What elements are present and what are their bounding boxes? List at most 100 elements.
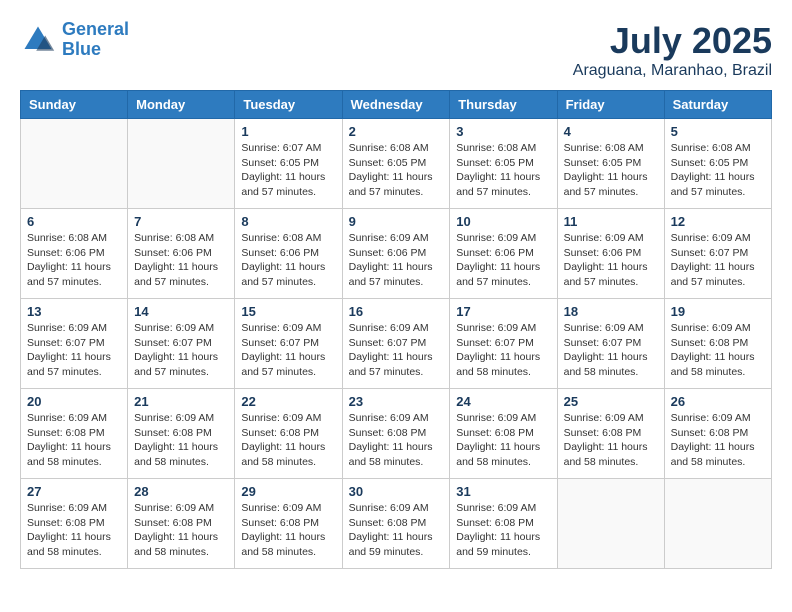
calendar-cell: 28 Sunrise: 6:09 AMSunset: 6:08 PMDayligh… (128, 479, 235, 569)
day-number: 28 (134, 484, 228, 499)
col-header-wednesday: Wednesday (342, 91, 450, 119)
day-number: 21 (134, 394, 228, 409)
logo-line1: General (62, 19, 129, 39)
calendar-cell: 11 Sunrise: 6:09 AMSunset: 6:06 PMDayligh… (557, 209, 664, 299)
calendar-cell: 16 Sunrise: 6:09 AMSunset: 6:07 PMDayligh… (342, 299, 450, 389)
day-info: Sunrise: 6:09 AMSunset: 6:08 PMDaylight:… (456, 501, 550, 560)
day-info: Sunrise: 6:09 AMSunset: 6:06 PMDaylight:… (564, 231, 658, 290)
day-number: 12 (671, 214, 765, 229)
day-info: Sunrise: 6:09 AMSunset: 6:08 PMDaylight:… (134, 501, 228, 560)
day-info: Sunrise: 6:09 AMSunset: 6:08 PMDaylight:… (671, 321, 765, 380)
calendar-cell: 1 Sunrise: 6:07 AMSunset: 6:05 PMDaylight… (235, 119, 342, 209)
day-info: Sunrise: 6:09 AMSunset: 6:08 PMDaylight:… (349, 501, 444, 560)
calendar-cell: 19 Sunrise: 6:09 AMSunset: 6:08 PMDayligh… (664, 299, 771, 389)
day-info: Sunrise: 6:08 AMSunset: 6:05 PMDaylight:… (349, 141, 444, 200)
day-number: 31 (456, 484, 550, 499)
day-info: Sunrise: 6:09 AMSunset: 6:07 PMDaylight:… (134, 321, 228, 380)
calendar-cell: 17Sunrise: 6:09 AMSunset: 6:07 PMDayligh… (450, 299, 557, 389)
day-info: Sunrise: 6:08 AMSunset: 6:06 PMDaylight:… (241, 231, 335, 290)
day-info: Sunrise: 6:08 AMSunset: 6:06 PMDaylight:… (27, 231, 121, 290)
day-info: Sunrise: 6:09 AMSunset: 6:07 PMDaylight:… (671, 231, 765, 290)
day-info: Sunrise: 6:09 AMSunset: 6:07 PMDaylight:… (456, 321, 550, 380)
day-number: 23 (349, 394, 444, 409)
day-info: Sunrise: 6:09 AMSunset: 6:08 PMDaylight:… (241, 501, 335, 560)
day-info: Sunrise: 6:09 AMSunset: 6:08 PMDaylight:… (27, 411, 121, 470)
calendar-cell: 26 Sunrise: 6:09 AMSunset: 6:08 PMDayligh… (664, 389, 771, 479)
day-number: 2 (349, 124, 444, 139)
day-number: 11 (564, 214, 658, 229)
page-header: General Blue July 2025 Araguana, Maranha… (20, 20, 772, 80)
day-info: Sunrise: 6:09 AMSunset: 6:08 PMDaylight:… (456, 411, 550, 470)
day-number: 25 (564, 394, 658, 409)
col-header-sunday: Sunday (21, 91, 128, 119)
calendar-cell: 3 Sunrise: 6:08 AMSunset: 6:05 PMDaylight… (450, 119, 557, 209)
calendar-cell (128, 119, 235, 209)
day-info: Sunrise: 6:08 AMSunset: 6:05 PMDaylight:… (564, 141, 658, 200)
calendar-cell: 30 Sunrise: 6:09 AMSunset: 6:08 PMDayligh… (342, 479, 450, 569)
day-info: Sunrise: 6:09 AMSunset: 6:06 PMDaylight:… (349, 231, 444, 290)
logo-line2: Blue (62, 39, 101, 59)
day-number: 19 (671, 304, 765, 319)
day-info: Sunrise: 6:09 AMSunset: 6:08 PMDaylight:… (671, 411, 765, 470)
day-info: Sunrise: 6:08 AMSunset: 6:06 PMDaylight:… (134, 231, 228, 290)
location-subtitle: Araguana, Maranhao, Brazil (573, 62, 772, 80)
calendar-cell: 4 Sunrise: 6:08 AMSunset: 6:05 PMDaylight… (557, 119, 664, 209)
calendar-cell: 2 Sunrise: 6:08 AMSunset: 6:05 PMDaylight… (342, 119, 450, 209)
day-number: 14 (134, 304, 228, 319)
day-number: 9 (349, 214, 444, 229)
logo-text: General Blue (62, 20, 129, 60)
calendar-cell (21, 119, 128, 209)
day-info: Sunrise: 6:09 AMSunset: 6:08 PMDaylight:… (27, 501, 121, 560)
day-number: 16 (349, 304, 444, 319)
day-number: 27 (27, 484, 121, 499)
week-row-4: 20 Sunrise: 6:09 AMSunset: 6:08 PMDayligh… (21, 389, 772, 479)
week-row-2: 6Sunrise: 6:08 AMSunset: 6:06 PMDaylight… (21, 209, 772, 299)
calendar-cell: 9 Sunrise: 6:09 AMSunset: 6:06 PMDaylight… (342, 209, 450, 299)
logo-icon (20, 22, 56, 58)
day-number: 7 (134, 214, 228, 229)
day-number: 8 (241, 214, 335, 229)
calendar-table: SundayMondayTuesdayWednesdayThursdayFrid… (20, 90, 772, 569)
week-row-1: 1 Sunrise: 6:07 AMSunset: 6:05 PMDaylight… (21, 119, 772, 209)
col-header-tuesday: Tuesday (235, 91, 342, 119)
calendar-cell: 29 Sunrise: 6:09 AMSunset: 6:08 PMDayligh… (235, 479, 342, 569)
logo: General Blue (20, 20, 129, 60)
col-header-friday: Friday (557, 91, 664, 119)
day-info: Sunrise: 6:09 AMSunset: 6:07 PMDaylight:… (349, 321, 444, 380)
calendar-cell (664, 479, 771, 569)
calendar-cell: 18Sunrise: 6:09 AMSunset: 6:07 PMDayligh… (557, 299, 664, 389)
day-number: 1 (241, 124, 335, 139)
day-number: 4 (564, 124, 658, 139)
day-number: 29 (241, 484, 335, 499)
month-title: July 2025 (573, 20, 772, 62)
col-header-saturday: Saturday (664, 91, 771, 119)
day-info: Sunrise: 6:09 AMSunset: 6:07 PMDaylight:… (27, 321, 121, 380)
calendar-cell: 31 Sunrise: 6:09 AMSunset: 6:08 PMDayligh… (450, 479, 557, 569)
calendar-cell: 21 Sunrise: 6:09 AMSunset: 6:08 PMDayligh… (128, 389, 235, 479)
calendar-cell: 6Sunrise: 6:08 AMSunset: 6:06 PMDaylight… (21, 209, 128, 299)
day-number: 30 (349, 484, 444, 499)
col-header-thursday: Thursday (450, 91, 557, 119)
day-number: 10 (456, 214, 550, 229)
week-row-3: 13 Sunrise: 6:09 AMSunset: 6:07 PMDayligh… (21, 299, 772, 389)
calendar-cell: 27 Sunrise: 6:09 AMSunset: 6:08 PMDayligh… (21, 479, 128, 569)
day-number: 3 (456, 124, 550, 139)
calendar-cell: 12 Sunrise: 6:09 AMSunset: 6:07 PMDayligh… (664, 209, 771, 299)
calendar-cell (557, 479, 664, 569)
calendar-header-row: SundayMondayTuesdayWednesdayThursdayFrid… (21, 91, 772, 119)
calendar-cell: 13 Sunrise: 6:09 AMSunset: 6:07 PMDayligh… (21, 299, 128, 389)
day-info: Sunrise: 6:08 AMSunset: 6:05 PMDaylight:… (456, 141, 550, 200)
calendar-cell: 10Sunrise: 6:09 AMSunset: 6:06 PMDayligh… (450, 209, 557, 299)
calendar-cell: 23Sunrise: 6:09 AMSunset: 6:08 PMDayligh… (342, 389, 450, 479)
day-number: 13 (27, 304, 121, 319)
col-header-monday: Monday (128, 91, 235, 119)
day-info: Sunrise: 6:09 AMSunset: 6:08 PMDaylight:… (134, 411, 228, 470)
day-info: Sunrise: 6:07 AMSunset: 6:05 PMDaylight:… (241, 141, 335, 200)
calendar-cell: 14 Sunrise: 6:09 AMSunset: 6:07 PMDayligh… (128, 299, 235, 389)
day-number: 26 (671, 394, 765, 409)
day-number: 18 (564, 304, 658, 319)
day-number: 20 (27, 394, 121, 409)
title-block: July 2025 Araguana, Maranhao, Brazil (573, 20, 772, 80)
calendar-cell: 7 Sunrise: 6:08 AMSunset: 6:06 PMDaylight… (128, 209, 235, 299)
calendar-cell: 22Sunrise: 6:09 AMSunset: 6:08 PMDayligh… (235, 389, 342, 479)
